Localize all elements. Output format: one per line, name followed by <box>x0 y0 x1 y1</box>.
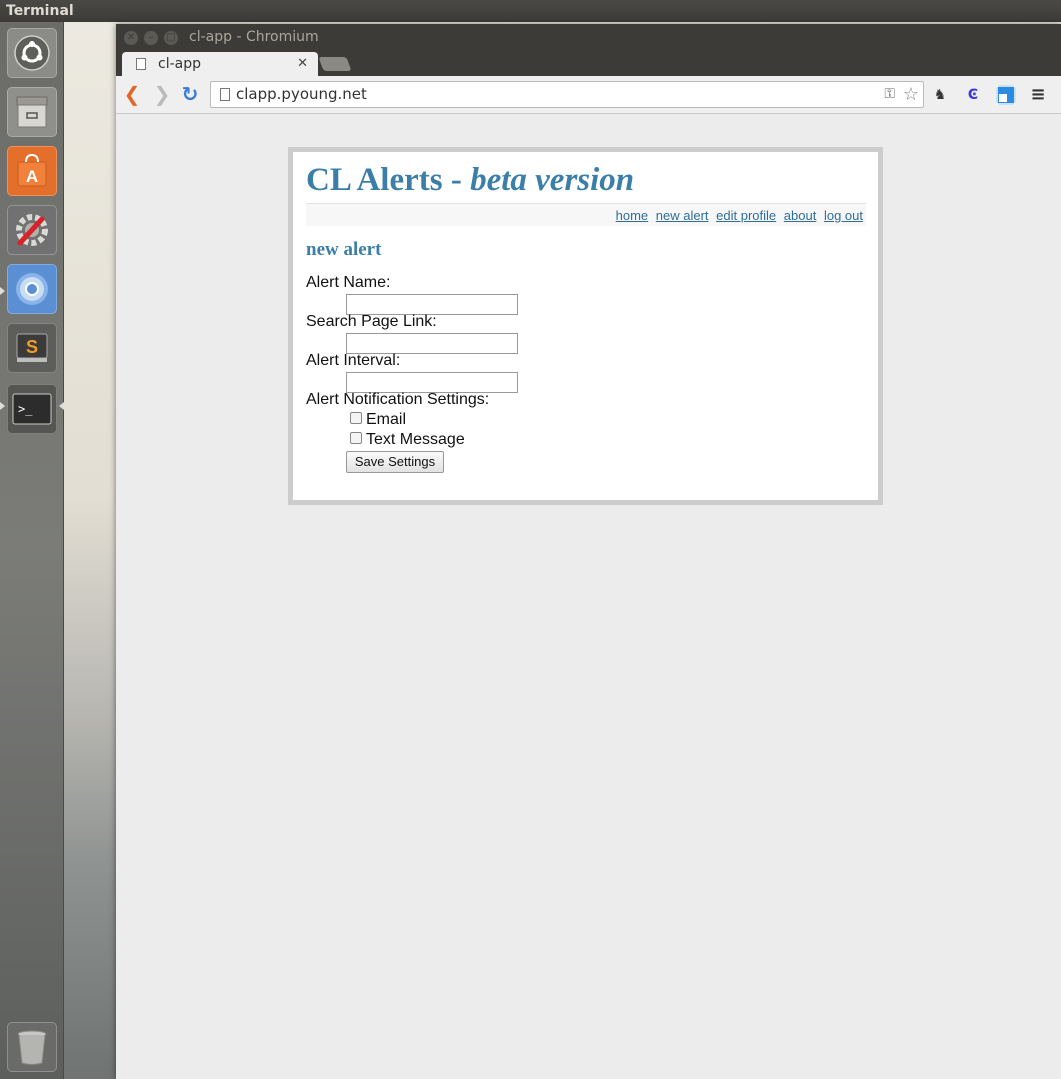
alert-interval-label: Alert Interval: <box>306 352 401 369</box>
browser-window: ✕ – □ cl-app - Chromium cl-app ✕ ❮ ❯ ↻ c… <box>116 24 1061 1079</box>
window-close-button[interactable]: ✕ <box>124 31 138 45</box>
launcher: A S >_ <box>0 22 64 1079</box>
text-message-checkbox[interactable] <box>350 432 362 444</box>
new-tab-button[interactable] <box>318 57 352 71</box>
notification-settings-label: Alert Notification Settings: <box>306 391 490 408</box>
alert-name-label: Alert Name: <box>306 274 391 291</box>
browser-toolbar: ❮ ❯ ↻ clapp.pyoung.net ⚿ ☆ ♞ Ͼ ≡ <box>116 76 1061 114</box>
nav-about-link[interactable]: about <box>784 208 817 223</box>
launcher-settings-button[interactable] <box>7 205 57 255</box>
text-message-label: Text Message <box>366 431 465 448</box>
email-checkbox[interactable] <box>350 412 362 424</box>
running-indicator-arrow <box>0 402 5 410</box>
key-icon[interactable]: ⚿ <box>884 82 895 107</box>
tab-strip: cl-app ✕ <box>116 52 1061 76</box>
address-bar[interactable]: clapp.pyoung.net ⚿ ☆ <box>210 81 924 108</box>
tab-title: cl-app <box>158 56 201 72</box>
tab-cl-app[interactable]: cl-app ✕ <box>122 52 318 76</box>
search-link-input[interactable] <box>346 333 518 354</box>
site-nav: home new alert edit profile about log ou… <box>306 203 866 226</box>
bookmark-star-icon[interactable]: ☆ <box>903 82 919 107</box>
page-favicon-icon <box>136 58 146 70</box>
chromium-icon <box>16 273 48 305</box>
forward-arrow-icon[interactable]: ❯ <box>151 83 173 105</box>
trash-icon <box>17 1030 47 1065</box>
active-indicator-arrow <box>0 287 5 295</box>
launcher-software-center-button[interactable]: A <box>7 146 57 196</box>
svg-text:A: A <box>26 167 38 186</box>
launcher-dash-button[interactable] <box>7 28 57 78</box>
launcher-chromium-button[interactable] <box>7 264 57 314</box>
top-panel: Terminal <box>0 0 1061 22</box>
evernote-extension-icon[interactable]: ♞ <box>930 85 950 105</box>
site-title-main: CL Alerts - <box>306 162 471 198</box>
menu-hamburger-icon[interactable]: ≡ <box>1028 85 1048 105</box>
window-extension-icon[interactable] <box>996 85 1016 105</box>
launcher-files-button[interactable] <box>7 87 57 137</box>
extension-c-icon[interactable]: Ͼ <box>963 85 983 105</box>
reload-icon[interactable]: ↻ <box>179 83 201 105</box>
svg-text:>_: >_ <box>18 402 33 416</box>
ubuntu-logo-icon <box>14 35 50 71</box>
active-app-title: Terminal <box>6 3 74 19</box>
alert-interval-input[interactable] <box>346 372 518 393</box>
content-box: CL Alerts - beta version home new alert … <box>288 147 883 505</box>
search-link-label: Search Page Link: <box>306 313 437 330</box>
tab-close-icon[interactable]: ✕ <box>297 52 308 76</box>
terminal-icon: >_ <box>12 393 52 425</box>
page-icon <box>220 88 230 101</box>
nav-log-out-link[interactable]: log out <box>824 208 863 223</box>
window-minimize-button[interactable]: – <box>144 31 158 45</box>
window-maximize-button[interactable]: □ <box>164 31 178 45</box>
launcher-trash-button[interactable] <box>7 1022 57 1072</box>
nav-edit-profile-link[interactable]: edit profile <box>716 208 776 223</box>
email-label: Email <box>366 411 407 428</box>
page-viewport: CL Alerts - beta version home new alert … <box>116 114 1061 1079</box>
section-title: new alert <box>306 239 382 260</box>
site-title-beta: beta version <box>470 162 635 198</box>
launcher-terminal-button[interactable]: >_ <box>7 384 57 434</box>
file-cabinet-icon <box>16 96 48 128</box>
save-settings-button[interactable]: Save Settings <box>346 451 444 473</box>
shopping-bag-icon: A <box>17 153 47 187</box>
alert-name-input[interactable] <box>346 294 518 315</box>
launcher-sublime-button[interactable]: S <box>7 323 57 373</box>
back-arrow-icon[interactable]: ❮ <box>121 83 143 105</box>
focused-indicator-arrow <box>59 402 64 410</box>
address-url: clapp.pyoung.net <box>236 85 367 103</box>
site-title: CL Alerts - beta version <box>306 162 634 199</box>
sublime-text-icon: S <box>16 333 48 362</box>
nav-home-link[interactable]: home <box>616 208 649 223</box>
settings-wrench-icon <box>16 214 48 246</box>
nav-new-alert-link[interactable]: new alert <box>656 208 709 223</box>
window-title: cl-app - Chromium <box>189 29 319 45</box>
svg-text:S: S <box>26 337 38 357</box>
window-titlebar[interactable]: ✕ – □ cl-app - Chromium <box>116 24 1061 52</box>
